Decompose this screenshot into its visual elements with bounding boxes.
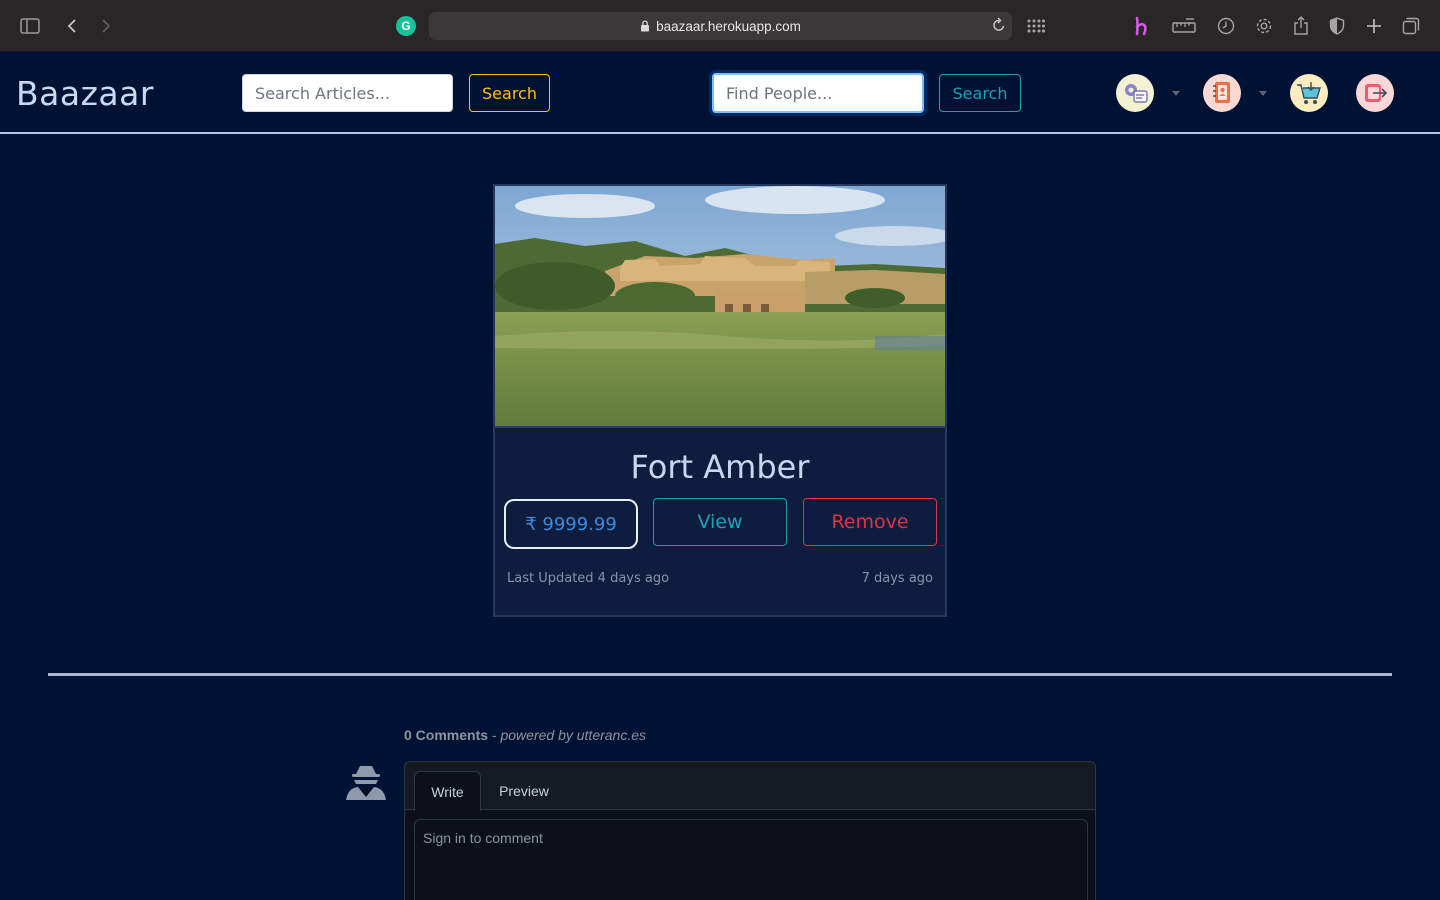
powered-by-link[interactable]: powered by utteranc.es xyxy=(500,727,646,743)
find-people-button[interactable]: Search xyxy=(939,74,1021,112)
honey-extension-icon[interactable] xyxy=(1128,12,1156,40)
browser-toolbar: G baazaar.herokuapp.com xyxy=(0,0,1440,52)
privacy-shield-icon[interactable] xyxy=(1323,12,1351,40)
tab-preview[interactable]: Preview xyxy=(489,771,559,811)
comments-separator: - xyxy=(488,727,501,743)
sidebar-toggle-icon[interactable] xyxy=(16,12,44,40)
grammarly-icon[interactable]: G xyxy=(396,16,416,36)
back-icon[interactable] xyxy=(58,12,86,40)
address-bar[interactable]: baazaar.herokuapp.com xyxy=(429,12,1012,40)
share-icon[interactable] xyxy=(1287,12,1315,40)
created-time-text: 7 days ago xyxy=(861,571,933,586)
article-image[interactable] xyxy=(495,186,945,428)
contacts-dropdown-caret[interactable] xyxy=(1259,91,1267,96)
settings-dropdown-caret[interactable] xyxy=(1172,91,1180,96)
app-navbar: Baazaar Search Search xyxy=(0,52,1440,134)
comments-header: 0 Comments - powered by utteranc.es xyxy=(404,727,646,743)
new-tab-icon[interactable] xyxy=(1360,12,1388,40)
gear-icon[interactable] xyxy=(1250,12,1278,40)
comment-textarea[interactable]: Sign in to comment xyxy=(414,819,1088,900)
section-divider xyxy=(48,673,1392,676)
comment-count: 0 Comments xyxy=(404,727,489,743)
address-book-icon[interactable] xyxy=(1203,74,1241,112)
comment-form: Write Preview Sign in to comment xyxy=(404,761,1096,900)
search-articles-input[interactable] xyxy=(242,74,453,112)
tab-overview-icon[interactable] xyxy=(1397,12,1425,40)
history-icon[interactable] xyxy=(1212,12,1240,40)
last-updated-text: Last Updated 4 days ago xyxy=(507,571,670,586)
brand-logo[interactable]: Baazaar xyxy=(16,74,154,113)
article-title: Fort Amber xyxy=(630,448,810,486)
tab-write[interactable]: Write xyxy=(414,771,481,811)
view-button[interactable]: View xyxy=(653,498,787,546)
ruler-icon[interactable] xyxy=(1170,12,1198,40)
reload-icon[interactable] xyxy=(992,17,1006,33)
forward-icon[interactable] xyxy=(92,12,120,40)
price-button[interactable]: ₹ 9999.99 xyxy=(504,499,638,549)
remove-button[interactable]: Remove xyxy=(803,498,937,546)
shopping-cart-icon[interactable] xyxy=(1290,74,1328,112)
logout-icon[interactable] xyxy=(1356,74,1394,112)
anonymous-avatar-icon xyxy=(344,764,388,804)
lock-icon xyxy=(641,20,650,32)
url-text: baazaar.herokuapp.com xyxy=(656,18,801,34)
find-people-input[interactable] xyxy=(712,73,924,113)
article-card: Fort Amber ₹ 9999.99 View Remove Last Up… xyxy=(493,184,947,617)
search-articles-button[interactable]: Search xyxy=(469,74,550,112)
extensions-grid-icon[interactable] xyxy=(1022,12,1050,40)
settings-profile-icon[interactable] xyxy=(1116,74,1154,112)
comment-tabs: Write Preview xyxy=(405,762,1095,811)
